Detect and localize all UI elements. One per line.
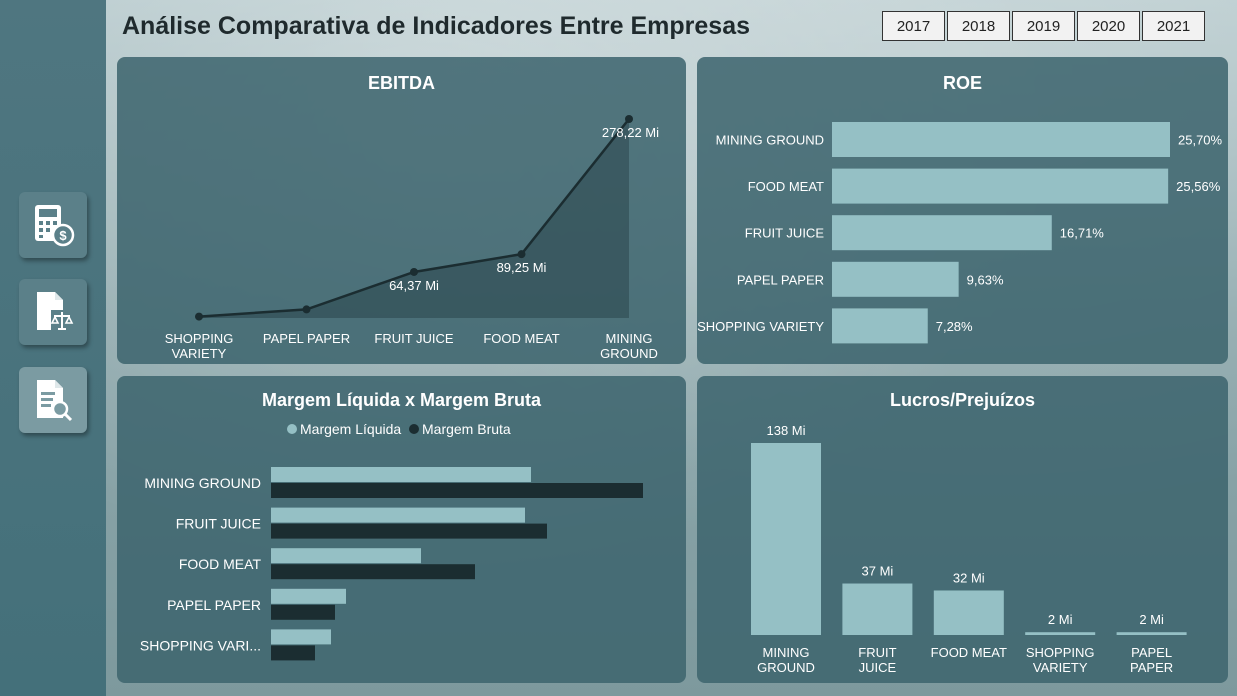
ebitda-x-tick-label: MINING [606,331,653,346]
lucros-x-tick-label: FOOD MEAT [931,645,1007,660]
svg-text:$: $ [59,228,67,243]
roe-category-label: SHOPPING VARIETY [697,319,824,334]
lucros-bar [1116,632,1187,635]
page-title: Análise Comparativa de Indicadores Entre… [122,12,751,40]
ebitda-point [302,305,311,314]
year-button-2021[interactable]: 2021 [1142,11,1205,41]
margem-bar [271,548,421,564]
margem-bar [271,645,315,661]
ebitda-panel: EBITDA 64,37 Mi 89,25 Mi 278,22 Mi SHOPPING… [117,57,686,364]
lucros-x-tick-label: MINING [763,645,810,660]
margem-legend-label: Margem Bruta [422,421,511,437]
nav-button-analysis[interactable] [19,367,87,433]
sidebar: $ [0,0,106,696]
lucros-panel: Lucros/Prejuízos 138 Mi MINING GROUND 37 Mi… [697,376,1228,683]
roe-data-label: 25,56% [1176,179,1221,194]
roe-category-label: PAPEL PAPER [737,272,824,287]
lucros-chart: 138 Mi MININGGROUND 37 Mi FRUITJUICE 32 Mi FO… [751,423,1187,675]
lucros-data-label: 32 Mi [953,570,985,585]
margem-category-label: FRUIT JUICE [176,516,261,532]
year-slicer: 2017 2018 2019 2020 2021 [882,11,1207,41]
year-button-2019[interactable]: 2019 [1012,11,1075,41]
calculator-dollar-icon: $ [35,205,75,247]
margem-category-label: PAPEL PAPER [167,597,261,613]
year-button-2020[interactable]: 2020 [1077,11,1140,41]
nav-button-calculator[interactable]: $ [19,192,87,258]
margem-bar [271,523,547,539]
roe-data-label: 25,70% [1178,133,1223,148]
margem-bar [271,604,335,620]
nav-button-balance[interactable] [19,279,87,345]
lucros-bar [933,590,1004,635]
ebitda-point [517,250,526,259]
roe-bar [832,168,1169,204]
ebitda-chart: 64,37 Mi 89,25 Mi 278,22 Mi SHOPPINGVARIETY… [165,115,659,361]
roe-data-label: 9,63% [967,272,1004,287]
margem-bar [271,564,475,580]
ebitda-data-label: 89,25 Mi [497,260,547,275]
ebitda-x-tick-label: VARIETY [172,346,227,361]
margem-panel: Margem Líquida x Margem Bruta Margem Líq… [117,376,686,683]
ebitda-point [625,115,633,123]
roe-category-label: MINING GROUND [716,133,824,148]
roe-category-label: FRUIT JUICE [745,226,825,241]
ebitda-data-label: 278,22 Mi [602,125,659,140]
margem-legend-label: Margem Líquida [300,421,401,437]
roe-chart: MINING GROUND 25,70% FOOD MEAT 25,56% FRUIT … [697,122,1223,344]
lucros-x-tick-label: FRUIT [858,645,896,660]
ebitda-x-tick-label: FRUIT JUICE [374,331,454,346]
margem-bar [271,507,525,523]
roe-data-label: 16,71% [1060,226,1105,241]
lucros-bar [842,583,913,635]
lucros-x-tick-label: JUICE [859,660,897,675]
lucros-bar [1025,632,1096,635]
lucros-x-tick-label: PAPER [1130,660,1173,675]
lucros-x-tick-label: PAPEL [1131,645,1172,660]
margem-bar [271,483,643,498]
roe-bar [832,122,1170,157]
ebitda-point [410,267,418,276]
roe-category-label: FOOD MEAT [748,179,824,194]
lucros-data-label: 2 Mi [1048,612,1073,627]
ebitda-x-tick-label: SHOPPING [165,331,234,346]
margem-chart: Margem Líquida Margem Bruta MINING GROUND F… [140,421,643,661]
lucros-data-label: 138 Mi [766,423,805,438]
ebitda-x-tick-label: FOOD MEAT [483,331,559,346]
document-balance-icon [37,292,74,332]
lucros-bar [751,443,821,635]
margem-bar [271,467,531,482]
margem-legend-marker [409,424,419,434]
roe-data-label: 7,28% [936,319,973,334]
lucros-x-tick-label: VARIETY [1033,660,1088,675]
year-button-2017[interactable]: 2017 [882,11,945,41]
roe-bar [832,215,1052,251]
lucros-x-tick-label: GROUND [757,660,815,675]
ebitda-point [195,312,203,321]
margem-category-label: MINING GROUND [144,475,261,491]
ebitda-data-label: 64,37 Mi [389,278,439,293]
margem-legend-marker [287,424,297,434]
year-button-2018[interactable]: 2018 [947,11,1010,41]
lucros-data-label: 37 Mi [862,564,894,579]
margem-category-label: SHOPPING VARI... [140,637,261,653]
ebitda-x-tick-label: PAPEL PAPER [263,331,350,346]
margem-bar [271,629,331,645]
lucros-x-tick-label: SHOPPING [1026,645,1095,660]
lucros-data-label: 2 Mi [1139,612,1164,627]
roe-bar [832,308,928,344]
ebitda-x-tick-label: GROUND [600,346,658,361]
margem-bar [271,588,346,604]
roe-bar [832,261,959,297]
document-search-icon [37,380,73,422]
margem-category-label: FOOD MEAT [179,556,262,572]
roe-panel: ROE MINING GROUND 25,70% FOOD MEAT 25,56% FR… [697,57,1228,364]
